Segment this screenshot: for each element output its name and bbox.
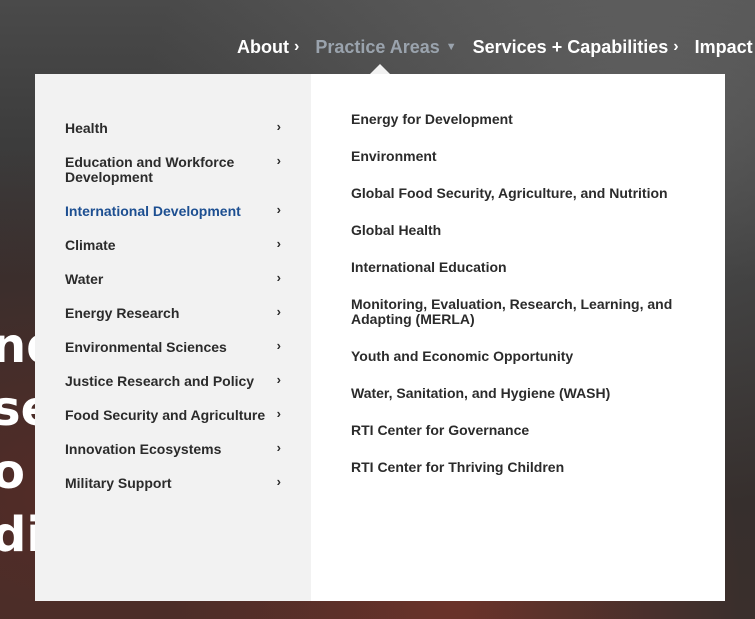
category-label: International Development bbox=[65, 203, 241, 219]
nav-item-about[interactable]: About › bbox=[237, 37, 299, 58]
category-item[interactable]: Water › bbox=[35, 270, 311, 287]
category-label: Energy Research bbox=[65, 305, 180, 321]
category-label: Health bbox=[65, 120, 108, 136]
category-label: Climate bbox=[65, 237, 116, 253]
category-label: Education and Workforce Development bbox=[65, 154, 235, 185]
chevron-right-icon: › bbox=[276, 153, 281, 168]
chevron-right-icon: › bbox=[276, 372, 281, 387]
category-label: Justice Research and Policy bbox=[65, 373, 255, 389]
category-item[interactable]: Innovation Ecosystems › bbox=[35, 440, 311, 457]
nav-item-label: Impact bbox=[694, 36, 753, 57]
nav-item-label: Services + Capabilities bbox=[472, 36, 669, 57]
subcategory-list: Energy for Development Environment Global … bbox=[311, 74, 725, 601]
category-item[interactable]: Climate › bbox=[35, 236, 311, 253]
category-item[interactable]: Justice Research and Policy › bbox=[35, 372, 311, 389]
chevron-right-icon: › bbox=[673, 38, 679, 55]
subcategory-link[interactable]: International Education bbox=[351, 260, 691, 275]
category-label: Water bbox=[65, 271, 104, 287]
subcategory-link[interactable]: Global Food Security, Agriculture, and N… bbox=[351, 186, 691, 201]
category-item[interactable]: Military Support › bbox=[35, 474, 311, 491]
category-item[interactable]: Environmental Sciences › bbox=[35, 338, 311, 355]
nav-item-label: About bbox=[237, 36, 289, 57]
category-label: Innovation Ecosystems bbox=[65, 441, 222, 457]
nav-item-practice-areas[interactable]: Practice Areas ▼ bbox=[315, 37, 456, 58]
chevron-right-icon: › bbox=[276, 236, 281, 251]
chevron-right-icon: › bbox=[276, 338, 281, 353]
chevron-right-icon: › bbox=[293, 38, 300, 55]
subcategory-link[interactable]: Energy for Development bbox=[351, 112, 691, 127]
category-item[interactable]: Energy Research › bbox=[35, 304, 311, 321]
nav-item-impact[interactable]: Impact bbox=[695, 37, 753, 58]
category-item[interactable]: International Development › bbox=[35, 202, 311, 219]
category-item[interactable]: Food Security and Agriculture › bbox=[35, 406, 311, 423]
chevron-right-icon: › bbox=[276, 406, 281, 421]
category-label: Food Security and Agriculture bbox=[65, 407, 266, 423]
category-label: Environmental Sciences bbox=[65, 339, 227, 355]
chevron-right-icon: › bbox=[276, 474, 281, 489]
subcategory-link[interactable]: RTI Center for Thriving Children bbox=[351, 460, 691, 475]
category-label: Military Support bbox=[65, 475, 172, 491]
top-navigation: About › Practice Areas ▼ Services + Capa… bbox=[237, 34, 755, 60]
category-item[interactable]: Health › bbox=[35, 119, 311, 136]
nav-item-services[interactable]: Services + Capabilities › bbox=[473, 37, 679, 58]
subcategory-link[interactable]: RTI Center for Governance bbox=[351, 423, 691, 438]
subcategory-link[interactable]: Water, Sanitation, and Hygiene (WASH) bbox=[351, 386, 691, 401]
mega-menu: Health › Education and Workforce Developme… bbox=[35, 74, 725, 601]
subcategory-link[interactable]: Youth and Economic Opportunity bbox=[351, 349, 691, 364]
chevron-right-icon: › bbox=[276, 119, 281, 134]
subcategory-link[interactable]: Monitoring, Evaluation, Research, Learni… bbox=[351, 297, 691, 327]
subcategory-link[interactable]: Global Health bbox=[351, 223, 691, 238]
chevron-right-icon: › bbox=[276, 304, 281, 319]
chevron-right-icon: › bbox=[276, 202, 281, 217]
chevron-right-icon: › bbox=[276, 440, 281, 455]
nav-item-label: Practice Areas bbox=[315, 36, 440, 57]
chevron-right-icon: › bbox=[276, 270, 281, 285]
subcategory-link[interactable]: Environment bbox=[351, 149, 691, 164]
chevron-down-icon: ▼ bbox=[445, 41, 457, 53]
category-item[interactable]: Education and Workforce Development › bbox=[35, 153, 311, 185]
menu-pointer-caret bbox=[370, 64, 390, 74]
category-list: Health › Education and Workforce Developme… bbox=[35, 74, 311, 601]
